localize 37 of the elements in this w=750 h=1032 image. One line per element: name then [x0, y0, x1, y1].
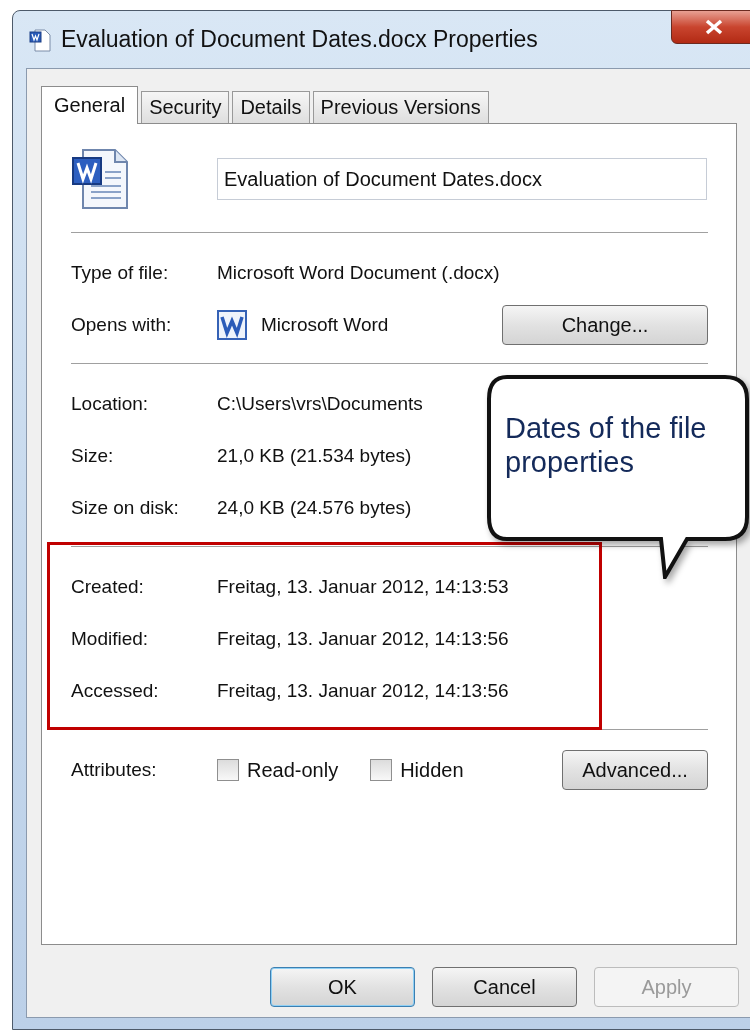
- field-label: Modified:: [71, 628, 150, 650]
- field-label: Location:: [71, 393, 150, 415]
- field-value: Microsoft Word Document (.docx): [217, 262, 500, 284]
- checkbox[interactable]: Read-only: [217, 758, 339, 782]
- field-label: Size on disk:: [71, 497, 180, 519]
- tab[interactable]: Details: [232, 91, 310, 123]
- tab[interactable]: Previous Versions: [312, 91, 489, 123]
- tab[interactable]: General: [41, 86, 139, 124]
- dialog-button[interactable]: OK: [270, 967, 415, 1007]
- field-value: C:\Users\vrs\Documents: [217, 393, 423, 415]
- field-value: Microsoft Word: [261, 314, 390, 336]
- checkbox[interactable]: Hidden: [370, 758, 464, 782]
- dialog-button[interactable]: Cancel: [432, 967, 577, 1007]
- checkbox-box[interactable]: [370, 759, 393, 781]
- field-label: Attributes:: [71, 759, 158, 781]
- advanced-button[interactable]: Advanced...: [562, 750, 708, 790]
- field-label: Type of file:: [71, 262, 170, 284]
- field-value: Freitag, 13. Januar 2012, 14:13:56: [217, 628, 509, 650]
- field-label: Size:: [71, 445, 115, 467]
- close-icon: [703, 18, 725, 36]
- field-label: Accessed:: [71, 680, 160, 702]
- field-value: 21,0 KB (21.534 bytes): [217, 445, 412, 467]
- change-button[interactable]: Change...: [502, 305, 708, 345]
- checkbox-box[interactable]: [217, 759, 239, 781]
- field-value: 24,0 KB (24.576 bytes): [217, 497, 412, 519]
- field-label: Opens with:: [71, 314, 173, 336]
- document-icon: [71, 148, 131, 210]
- field-value: Freitag, 13. Januar 2012, 14:13:53: [217, 576, 509, 598]
- callout-text: Dates of the file properties: [505, 411, 708, 479]
- field-value: Freitag, 13. Januar 2012, 14:13:56: [217, 680, 509, 702]
- tab[interactable]: Security: [141, 91, 230, 123]
- word-app-icon: [217, 310, 247, 340]
- window-title: Evaluation of Document Dates.docx Properties: [61, 26, 538, 53]
- field-label: Created:: [71, 576, 145, 598]
- file-name-field[interactable]: Evaluation of Document Dates.docx: [217, 158, 707, 200]
- close-button[interactable]: [671, 10, 750, 44]
- document-icon: [29, 27, 51, 52]
